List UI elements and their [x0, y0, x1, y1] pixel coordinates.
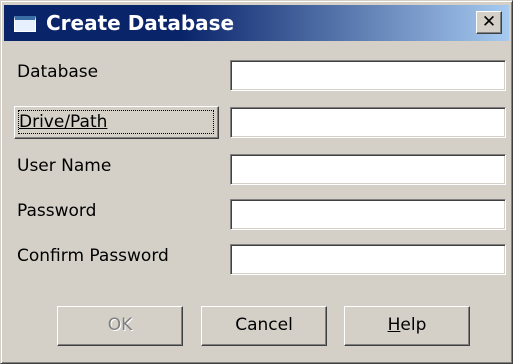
password-field[interactable]	[230, 199, 506, 230]
database-field[interactable]	[230, 60, 506, 91]
drive-path-button[interactable]: Drive/Path	[14, 106, 219, 139]
window-icon	[14, 16, 36, 32]
user-name-field[interactable]	[230, 154, 506, 185]
cancel-button[interactable]: Cancel	[201, 306, 327, 346]
close-icon: ✕	[481, 12, 497, 32]
drive-path-label: Drive/Path	[19, 112, 108, 132]
ok-button[interactable]: OK	[57, 306, 183, 346]
password-label: Password	[17, 201, 97, 221]
cancel-button-label: Cancel	[235, 315, 293, 335]
help-button[interactable]: Help	[344, 306, 470, 346]
title-bar[interactable]: Create Database ✕	[4, 5, 509, 41]
confirm-password-field[interactable]	[230, 244, 506, 275]
user-name-label: User Name	[17, 156, 112, 176]
confirm-password-label: Confirm Password	[17, 246, 169, 266]
close-button[interactable]: ✕	[476, 11, 502, 34]
create-database-dialog: Create Database ✕ Database Drive/Path Us…	[0, 0, 513, 364]
drive-path-field[interactable]	[230, 107, 506, 138]
database-label: Database	[17, 62, 99, 82]
dialog-title: Create Database	[46, 11, 235, 35]
ok-button-label: OK	[107, 315, 133, 335]
help-button-mnemonic: H	[387, 315, 401, 335]
help-button-label: elp	[400, 315, 427, 335]
